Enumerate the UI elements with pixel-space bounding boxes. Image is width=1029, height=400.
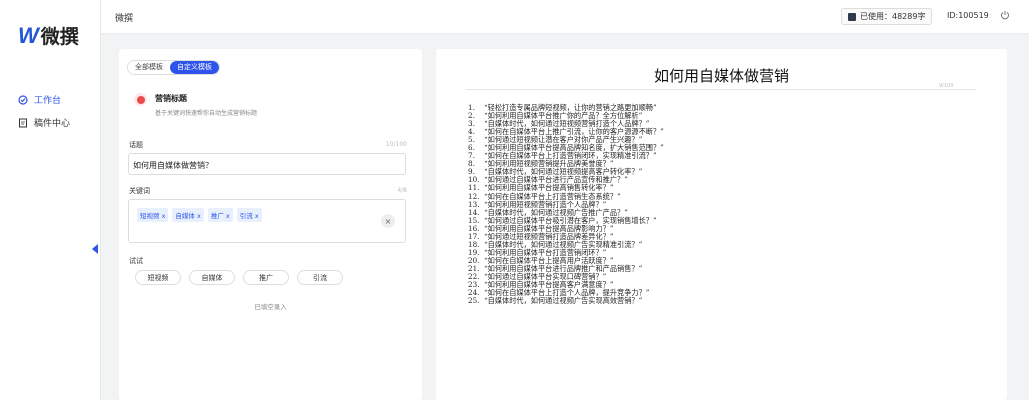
clear-icon[interactable]: × [381,214,395,228]
try-option-button[interactable]: 短视频 [135,270,181,285]
keywords-input[interactable]: 短视频 x 自媒体 x 推广 x 引流 x × [128,199,406,243]
keywords-label: 关键词 [129,187,150,195]
line-text: “自媒体时代，如何通过视频广告实现高效营销？” [484,296,643,306]
power-icon[interactable] [1000,10,1010,20]
workbench-icon [18,94,28,105]
keywords-count: 4/8 [397,187,407,194]
logo[interactable]: W 微撰 [18,22,79,49]
keyword-chip[interactable]: 自媒体 x [172,208,204,222]
usage-label: 已使用：48289字 [860,12,926,21]
topic-input[interactable]: 如何用自媒体做营销？ [128,153,406,175]
document-title[interactable]: 如何用自媒体做营销 [436,65,1007,86]
sidebar-item-workbench[interactable]: 工作台 [18,93,61,106]
tab-all-templates[interactable]: 全部模板 [128,61,170,74]
keyword-chips: 短视频 x 自媒体 x 推广 x 引流 x [137,208,262,222]
user-id: ID:100519 [947,11,989,20]
logo-text: 微撰 [40,26,79,48]
top-bar: 微撰 已使用：48289字 ID:100519 [101,0,1029,34]
keyword-chip[interactable]: 引流 x [236,208,262,222]
try-options: 短视频 自媒体 推广 引流 [135,270,343,285]
status-text[interactable]: 已填空录入 [119,301,422,311]
template-desc: 基于关键词快速帮你自动生成营销标题 [155,110,258,117]
template-tabs: 全部模板 自定义模板 [127,60,220,75]
try-option-button[interactable]: 自媒体 [189,270,235,285]
template-title: 营销标题 [155,94,187,103]
sidebar: W 微撰 工作台 稿件中心 [0,0,101,400]
sidebar-item-label: 稿件中心 [34,119,71,129]
document-line: 25. “自媒体时代，如何通过视频广告实现高效营销？” [468,297,664,305]
try-option-button[interactable]: 引流 [297,270,343,285]
template-icon [134,93,147,106]
logo-mark: W [18,22,39,48]
sidebar-item-documents[interactable]: 稿件中心 [18,116,70,129]
try-label: 试试 [129,257,143,265]
keyword-chip[interactable]: 推广 x [207,208,233,222]
breadcrumb: 微撰 [115,14,134,24]
document-panel: 如何用自媒体做营销 9/100 1. “轻松打造专属品牌短视频，让你的营销之路更加… [436,49,1007,400]
line-number: 25. [468,296,480,306]
sidebar-item-label: 工作台 [34,96,62,106]
usage-icon [848,12,856,21]
template-card[interactable]: 营销标题 基于关键词快速帮你自动生成营销标题 [134,93,257,117]
topic-label: 话题 [129,141,143,149]
topic-count: 10/100 [385,141,407,148]
keyword-chip[interactable]: 短视频 x [137,208,169,222]
document-body[interactable]: 1. “轻松打造专属品牌短视频，让你的营销之路更加顺畅” 2. “如何利用自媒体平台推… [468,103,664,305]
title-divider [466,89,976,90]
tab-custom-templates[interactable]: 自定义模板 [170,61,219,74]
collapse-arrow-icon[interactable] [92,244,98,254]
try-option-button[interactable]: 推广 [243,270,289,285]
usage-badge[interactable]: 已使用：48289字 [841,8,933,25]
document-icon [19,118,27,127]
editor-panel: 全部模板 自定义模板 营销标题 基于关键词快速帮你自动生成营销标题 话题 10/… [119,49,422,400]
